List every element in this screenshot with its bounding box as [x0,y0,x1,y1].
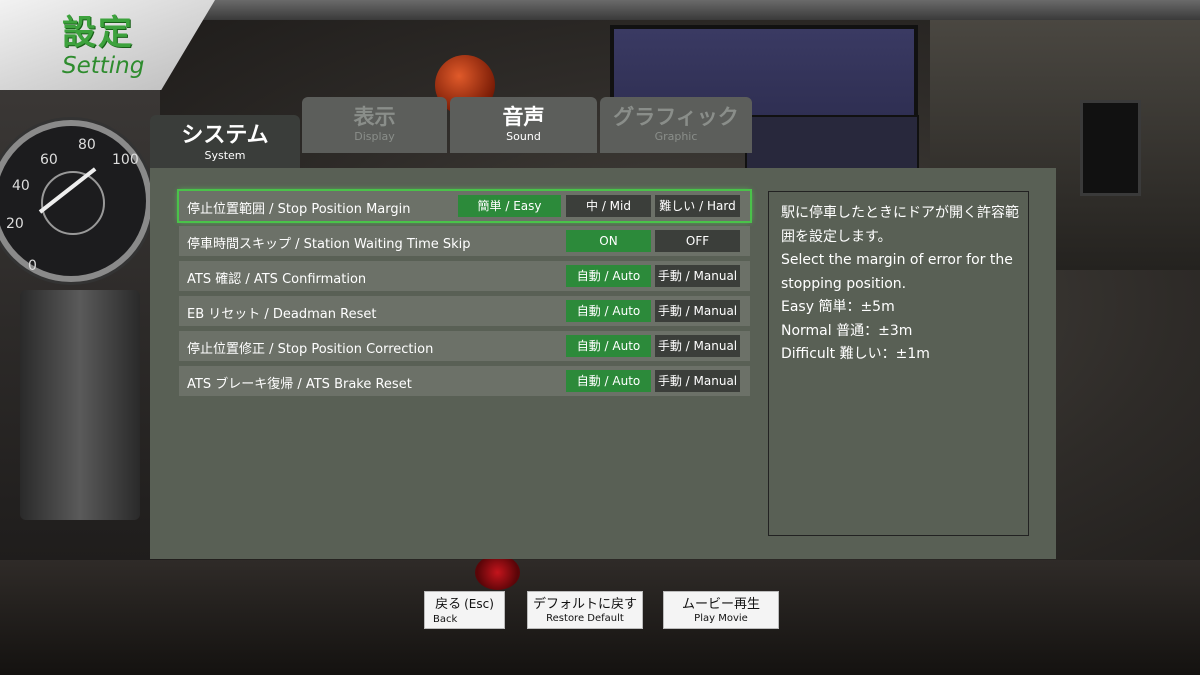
background-monitor-lower [745,115,919,174]
setting-row-stop-position-margin[interactable]: 停止位置範囲 / Stop Position Margin 簡単 / Easy … [177,189,752,223]
back-button-sublabel: Back [433,614,458,625]
gauge-label: 40 [12,178,30,194]
setting-label: 停車時間スキップ / Station Waiting Time Skip [187,237,471,252]
tab-label-en: System [204,149,246,162]
option-manual[interactable]: 手動 / Manual [655,370,740,392]
gauge-label: 20 [6,216,24,232]
option-manual[interactable]: 手動 / Manual [655,265,740,287]
tab-sound[interactable]: 音声 Sound [450,97,597,153]
option-auto[interactable]: 自動 / Auto [566,370,651,392]
background-red-button [475,555,520,590]
tab-label-en: Display [354,130,395,143]
option-auto[interactable]: 自動 / Auto [566,335,651,357]
tab-label-en: Sound [506,130,541,143]
setting-row-stop-position-correction[interactable]: 停止位置修正 / Stop Position Correction 自動 / A… [179,331,750,361]
setting-label: 停止位置範囲 / Stop Position Margin [187,202,411,217]
restore-default-label: デフォルトに戻す [532,597,637,612]
gauge-label: 0 [28,258,37,274]
description-line: 駅に停車したときにドアが開く許容範 [781,205,1019,221]
option-easy[interactable]: 簡単 / Easy [458,195,561,217]
description-line: stopping position. [781,275,907,292]
tab-label-ja: グラフィック [613,105,739,129]
gauge-label: 100 [112,152,139,168]
page-title-en: Setting [62,53,145,79]
option-hard[interactable]: 難しい / Hard [655,195,740,217]
tab-label-en: Graphic [654,130,698,143]
background-slot [1080,100,1141,196]
tab-label-ja: システム [181,123,269,148]
description-line: Difficult 難しい：±1m [781,346,930,362]
tab-label-ja: 音声 [502,105,545,129]
tab-label-ja: 表示 [353,105,396,129]
setting-label: 停止位置修正 / Stop Position Correction [187,342,434,357]
description-line: Select the margin of error for the [781,252,1013,268]
gauge-label: 80 [78,137,96,153]
setting-row-ats-brake-reset[interactable]: ATS ブレーキ復帰 / ATS Brake Reset 自動 / Auto 手… [179,366,750,396]
play-movie-sublabel: Play Movie [694,613,748,624]
option-auto[interactable]: 自動 / Auto [566,265,651,287]
esc-key-hint: (Esc) [464,597,494,611]
play-movie-button[interactable]: ムービー再生 Play Movie [663,591,779,629]
setting-label: EB リセット / Deadman Reset [187,307,377,322]
page-title-ja: 設定 [62,13,134,53]
background-master-controller [20,290,140,520]
play-movie-label: ムービー再生 [681,597,760,612]
setting-row-ats-confirmation[interactable]: ATS 確認 / ATS Confirmation 自動 / Auto 手動 /… [179,261,750,291]
restore-default-button[interactable]: デフォルトに戻す Restore Default [527,591,643,629]
option-auto[interactable]: 自動 / Auto [566,300,651,322]
option-manual[interactable]: 手動 / Manual [655,335,740,357]
restore-default-sublabel: Restore Default [546,613,624,624]
back-button-label: 戻る [435,597,462,612]
description-box: 駅に停車したときにドアが開く許容範 囲を設定します。 Select the ma… [768,191,1029,536]
back-button[interactable]: 戻る (Esc) Back [424,591,505,629]
description-line: Normal 普通：±3m [781,322,913,339]
tab-graphic[interactable]: グラフィック Graphic [600,97,752,153]
setting-label: ATS 確認 / ATS Confirmation [187,272,367,287]
tab-system[interactable]: システム System [150,115,300,168]
setting-label: ATS ブレーキ復帰 / ATS Brake Reset [187,377,412,392]
setting-row-deadman-reset[interactable]: EB リセット / Deadman Reset 自動 / Auto 手動 / M… [179,296,750,326]
option-manual[interactable]: 手動 / Manual [655,300,740,322]
gauge-label: 60 [40,152,58,168]
settings-panel: 停止位置範囲 / Stop Position Margin 簡単 / Easy … [150,168,1056,559]
tab-display[interactable]: 表示 Display [302,97,447,153]
option-mid[interactable]: 中 / Mid [566,195,651,217]
setting-row-station-waiting-time-skip[interactable]: 停車時間スキップ / Station Waiting Time Skip ON … [179,226,750,256]
description-line: 囲を設定します。 [781,228,892,245]
option-on[interactable]: ON [566,230,651,252]
description-line: Easy 簡単：±5m [781,299,895,315]
option-off[interactable]: OFF [655,230,740,252]
